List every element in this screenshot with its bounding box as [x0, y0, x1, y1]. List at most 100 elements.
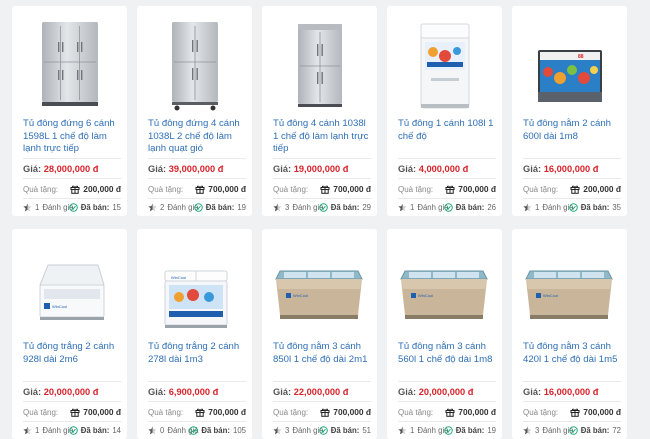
sold: Đã bán: 51: [318, 426, 371, 435]
price-label: Giá:: [523, 387, 542, 397]
gift-icon: [195, 185, 205, 194]
gift-label: Quà tặng:: [398, 408, 434, 417]
freezer-image-chest-2-door-open: WinCool: [39, 264, 105, 320]
product-image[interactable]: WinCool: [12, 229, 127, 337]
gift-value: 700,000 đ: [333, 184, 371, 194]
price-value: 39,000,000 đ: [168, 164, 224, 174]
gift-icon: [320, 185, 330, 194]
rating-count: 1: [35, 426, 40, 435]
divider: [523, 381, 621, 382]
half-star-icon: [148, 426, 157, 435]
price-value: 6,900,000 đ: [168, 387, 219, 397]
product-image[interactable]: WinCool: [512, 229, 627, 337]
product-name-link[interactable]: Tủ đông đứng 6 cánh 1598L 1 chế độ làm l…: [23, 118, 121, 156]
gift-row: Quà tặng: 700,000 đ: [398, 182, 496, 196]
product-card[interactable]: WinCool Tủ đông nằm 3 cánh 560l 1 chế độ…: [387, 229, 502, 439]
gift-label: Quà tặng:: [273, 408, 309, 417]
divider: [523, 421, 621, 422]
product-name-link[interactable]: Tủ đông nằm 3 cánh 560l 1 chế độ dài 1m8: [398, 341, 496, 379]
gift-amount: 700,000 đ: [445, 407, 496, 417]
product-card[interactable]: 88 Tủ đông nằm 2 cánh 600l dài 1m8 Giá: …: [512, 6, 627, 216]
product-name-link[interactable]: Tủ đông 1 cánh 108l 1 chế độ: [398, 118, 496, 156]
sold-count: 72: [612, 426, 621, 435]
gift-value: 700,000 đ: [208, 184, 246, 194]
freezer-image-upright-4-door: [298, 24, 342, 107]
product-name-link[interactable]: Tủ đông nằm 3 cánh 420l 1 chế độ dài 1m5: [523, 341, 621, 379]
freezer-image-chest-1-door-white: [420, 23, 470, 109]
half-star-icon: [523, 426, 532, 435]
gift-label: Quà tặng:: [398, 185, 434, 194]
stats-row: 1 Đánh giá Đã bán: 26: [398, 203, 496, 215]
divider: [523, 401, 621, 402]
product-image[interactable]: WinCool: [387, 229, 502, 337]
product-card[interactable]: WinCool Tủ đông trắng 2 cánh 928l dài 2m…: [12, 229, 127, 439]
product-price: Giá: 22,000,000 đ: [273, 387, 348, 397]
gift-label: Quà tặng:: [23, 408, 59, 417]
half-star-icon: [398, 426, 407, 435]
gift-icon: [445, 185, 455, 194]
price-label: Giá:: [23, 387, 42, 397]
divider: [148, 198, 246, 199]
sold-label: Đã bán:: [330, 203, 360, 212]
sold: Đã bán: 19: [443, 426, 496, 435]
gift-amount: 200,000 đ: [570, 184, 621, 194]
gift-icon: [70, 408, 80, 417]
gift-value: 700,000 đ: [583, 407, 621, 417]
half-star-icon: [23, 426, 32, 435]
product-image[interactable]: [262, 6, 377, 114]
gift-icon: [570, 408, 580, 417]
rating: 3 Đánh giá: [523, 426, 574, 435]
product-image[interactable]: [387, 6, 502, 114]
product-card[interactable]: WinCool Tủ đông nằm 3 cánh 420l 1 chế độ…: [512, 229, 627, 439]
rating: 1 Đánh giá: [23, 426, 74, 435]
divider: [23, 158, 121, 159]
half-star-icon: [273, 203, 282, 212]
product-name-link[interactable]: Tủ đông trắng 2 cánh 278l dài 1m3: [148, 341, 246, 379]
sold-count: 19: [487, 426, 496, 435]
product-price: Giá: 6,900,000 đ: [148, 387, 218, 397]
divider: [273, 401, 371, 402]
divider: [398, 381, 496, 382]
product-image[interactable]: [137, 6, 252, 114]
product-card[interactable]: Tủ đông 4 cánh 1038l 1 chế độ làm lạnh t…: [262, 6, 377, 216]
rating-count: 3: [285, 203, 290, 212]
gift-row: Quà tặng: 200,000 đ: [23, 182, 121, 196]
product-card[interactable]: Tủ đông 1 cánh 108l 1 chế độ Giá: 4,000,…: [387, 6, 502, 216]
product-card[interactable]: Tủ đông đứng 4 cánh 1038L 2 chế độ làm l…: [137, 6, 252, 216]
gift-value: 700,000 đ: [333, 407, 371, 417]
product-card[interactable]: WinCool Tủ đông trắng 2 cánh 278l dài 1m…: [137, 229, 252, 439]
product-card[interactable]: WinCool Tủ đông nằm 3 cánh 850l 1 chế độ…: [262, 229, 377, 439]
divider: [398, 401, 496, 402]
stats-row: 2 Đánh giá Đã bán: 19: [148, 203, 246, 215]
product-price: Giá: 19,000,000 đ: [273, 164, 348, 174]
product-image[interactable]: 88: [512, 6, 627, 114]
divider: [23, 401, 121, 402]
product-name-link[interactable]: Tủ đông trắng 2 cánh 928l dài 2m6: [23, 341, 121, 379]
rating: 1 Đánh giá: [523, 203, 574, 212]
sold-label: Đã bán:: [580, 203, 610, 212]
gift-row: Quà tặng: 700,000 đ: [23, 405, 121, 419]
product-name-link[interactable]: Tủ đông 4 cánh 1038l 1 chế độ làm lạnh t…: [273, 118, 371, 156]
product-image[interactable]: [12, 6, 127, 114]
check-circle-icon: [568, 426, 578, 435]
svg-text:WinCool: WinCool: [418, 293, 433, 298]
sold-label: Đã bán:: [455, 203, 485, 212]
divider: [273, 381, 371, 382]
sold-label: Đã bán:: [580, 426, 610, 435]
rating-count: 3: [535, 426, 540, 435]
product-price: Giá: 4,000,000 đ: [398, 164, 468, 174]
gift-amount: 700,000 đ: [195, 184, 246, 194]
gift-icon: [570, 185, 580, 194]
divider: [523, 158, 621, 159]
divider: [398, 421, 496, 422]
product-image[interactable]: WinCool: [262, 229, 377, 337]
divider: [23, 178, 121, 179]
rating-count: 3: [285, 426, 290, 435]
product-price: Giá: 20,000,000 đ: [23, 387, 98, 397]
product-name-link[interactable]: Tủ đông nằm 2 cánh 600l dài 1m8: [523, 118, 621, 156]
gift-amount: 700,000 đ: [320, 184, 371, 194]
product-name-link[interactable]: Tủ đông nằm 3 cánh 850l 1 chế độ dài 2m1: [273, 341, 371, 379]
product-name-link[interactable]: Tủ đông đứng 4 cánh 1038L 2 chế độ làm l…: [148, 118, 246, 156]
product-card[interactable]: Tủ đông đứng 6 cánh 1598L 1 chế độ làm l…: [12, 6, 127, 216]
product-image[interactable]: WinCool: [137, 229, 252, 337]
